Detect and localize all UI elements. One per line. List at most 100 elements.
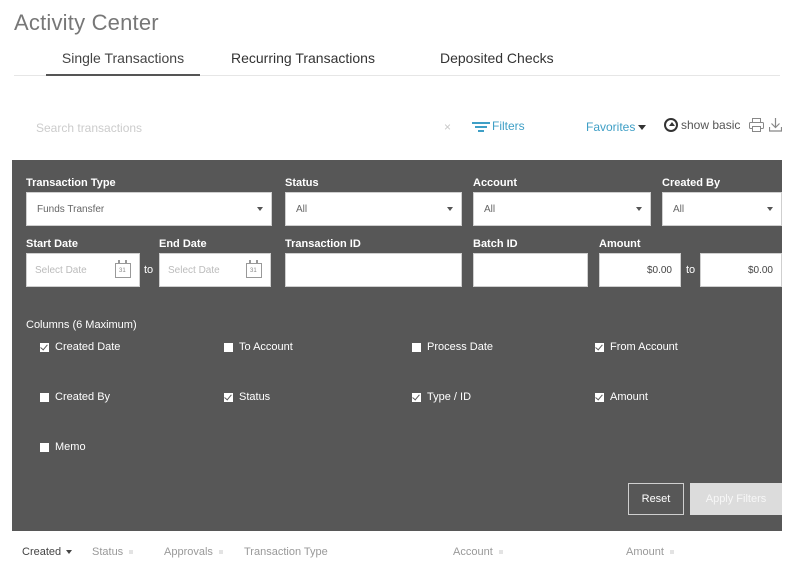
account-select[interactable]: All — [473, 192, 651, 226]
column-header-approvals[interactable]: Approvals — [164, 546, 223, 558]
checkbox-checked-icon — [40, 342, 49, 352]
transaction-type-value: Funds Transfer — [37, 204, 105, 215]
column-header-label: Approvals — [164, 546, 213, 558]
column-label: Memo — [55, 441, 86, 453]
column-header-label: Transaction Type — [244, 546, 328, 558]
checkbox-icon — [40, 392, 49, 402]
status-value: All — [296, 204, 308, 215]
column-header-transaction-type[interactable]: Transaction Type — [244, 546, 328, 558]
checkbox-icon — [40, 442, 49, 452]
chevron-down-icon — [638, 125, 647, 131]
download-icon[interactable] — [769, 118, 782, 132]
favorites-label: Favorites — [586, 120, 636, 134]
column-header-amount[interactable]: Amount — [626, 546, 674, 558]
batch-id-field[interactable] — [473, 253, 588, 287]
column-header-label: Account — [453, 546, 493, 558]
column-checkbox-memo[interactable]: Memo — [40, 441, 86, 453]
columns-label: Columns (6 Maximum) — [26, 319, 137, 331]
tab-deposited-checks[interactable]: Deposited Checks — [440, 48, 554, 76]
favorites-dropdown[interactable]: Favorites — [586, 120, 647, 134]
calendar-icon[interactable] — [246, 260, 262, 278]
created-by-select[interactable]: All — [662, 192, 782, 226]
reset-button[interactable]: Reset — [628, 483, 684, 515]
show-basic-label: show basic — [681, 118, 741, 132]
column-checkbox-created-date[interactable]: Created Date — [40, 341, 120, 353]
checkbox-checked-icon — [412, 392, 421, 402]
amount-label: Amount — [599, 238, 641, 250]
apply-filters-button[interactable]: Apply Filters — [690, 483, 782, 515]
table-header-row: Created Status Approvals Transaction Typ… — [0, 540, 792, 563]
created-by-label: Created By — [662, 177, 721, 189]
search-input[interactable]: Search transactions — [36, 121, 142, 135]
column-label: Created By — [55, 391, 111, 403]
column-header-created[interactable]: Created — [22, 546, 73, 558]
filters-button[interactable]: Filters — [472, 119, 525, 133]
start-date-label: Start Date — [26, 238, 78, 250]
column-checkbox-process-date[interactable]: Process Date — [412, 341, 493, 353]
column-label: Process Date — [427, 341, 494, 353]
amount-range-to: to — [686, 264, 696, 276]
account-label: Account — [473, 177, 517, 189]
print-icon[interactable] — [749, 118, 764, 132]
sort-icon — [669, 550, 674, 555]
show-basic-button[interactable]: show basic — [664, 118, 740, 132]
tab-single-transactions[interactable]: Single Transactions — [46, 48, 200, 76]
column-label: Created Date — [55, 341, 121, 353]
amount-max-field[interactable]: $0.00 — [700, 253, 782, 287]
checkbox-checked-icon — [595, 392, 604, 402]
sort-down-icon — [66, 550, 73, 555]
transaction-id-field[interactable] — [285, 253, 462, 287]
page-title: Activity Center — [14, 10, 159, 35]
batch-id-label: Batch ID — [473, 238, 518, 250]
checkbox-icon — [412, 342, 421, 352]
column-checkbox-from-account[interactable]: From Account — [595, 341, 678, 353]
column-header-status[interactable]: Status — [92, 546, 134, 558]
column-label: Status — [239, 391, 271, 403]
transaction-id-label: Transaction ID — [285, 238, 361, 250]
created-by-value: All — [673, 204, 685, 215]
tab-recurring-transactions[interactable]: Recurring Transactions — [231, 48, 375, 76]
toolbar: Search transactions × Filters Favorites … — [14, 118, 782, 140]
column-checkbox-type-id[interactable]: Type / ID — [412, 391, 471, 403]
activity-center-page: Activity Center Single Transactions Recu… — [0, 0, 792, 563]
column-label: Type / ID — [427, 391, 472, 403]
column-label: To Account — [239, 341, 293, 353]
start-date-field[interactable]: Select Date — [26, 253, 140, 287]
status-label: Status — [285, 177, 319, 189]
sort-icon — [498, 550, 503, 555]
transaction-type-select[interactable]: Funds Transfer — [26, 192, 272, 226]
column-checkbox-status[interactable]: Status — [224, 391, 270, 403]
amount-min-field[interactable]: $0.00 — [599, 253, 681, 287]
filters-label: Filters — [492, 119, 525, 133]
column-header-label: Status — [92, 546, 124, 558]
amount-max-value: $0.00 — [747, 265, 773, 276]
advanced-filters-panel: Transaction Type Status Account Created … — [12, 160, 782, 531]
column-checkbox-to-account[interactable]: To Account — [224, 341, 293, 353]
chevron-down-icon — [257, 207, 263, 211]
tab-bar: Single Transactions Recurring Transactio… — [14, 48, 780, 76]
collapse-circle-icon — [664, 118, 678, 132]
start-date-placeholder: Select Date — [35, 265, 87, 276]
clear-search-icon[interactable]: × — [444, 120, 451, 134]
column-checkbox-amount[interactable]: Amount — [595, 391, 648, 403]
end-date-label: End Date — [159, 238, 207, 250]
end-date-field[interactable]: Select Date — [159, 253, 271, 287]
date-range-to: to — [144, 264, 154, 276]
chevron-down-icon — [636, 207, 642, 211]
status-select[interactable]: All — [285, 192, 462, 226]
sort-icon — [129, 550, 134, 555]
account-value: All — [484, 204, 496, 215]
end-date-placeholder: Select Date — [168, 265, 220, 276]
column-label: From Account — [610, 341, 678, 353]
column-header-account[interactable]: Account — [453, 546, 503, 558]
filter-icon — [472, 120, 490, 132]
checkbox-icon — [224, 342, 233, 352]
sort-icon — [218, 550, 223, 555]
checkbox-checked-icon — [595, 342, 604, 352]
amount-min-value: $0.00 — [646, 265, 672, 276]
column-header-label: Amount — [626, 546, 664, 558]
calendar-icon[interactable] — [115, 260, 131, 278]
chevron-down-icon — [447, 207, 453, 211]
column-header-label: Created — [22, 546, 62, 558]
column-checkbox-created-by[interactable]: Created By — [40, 391, 110, 403]
